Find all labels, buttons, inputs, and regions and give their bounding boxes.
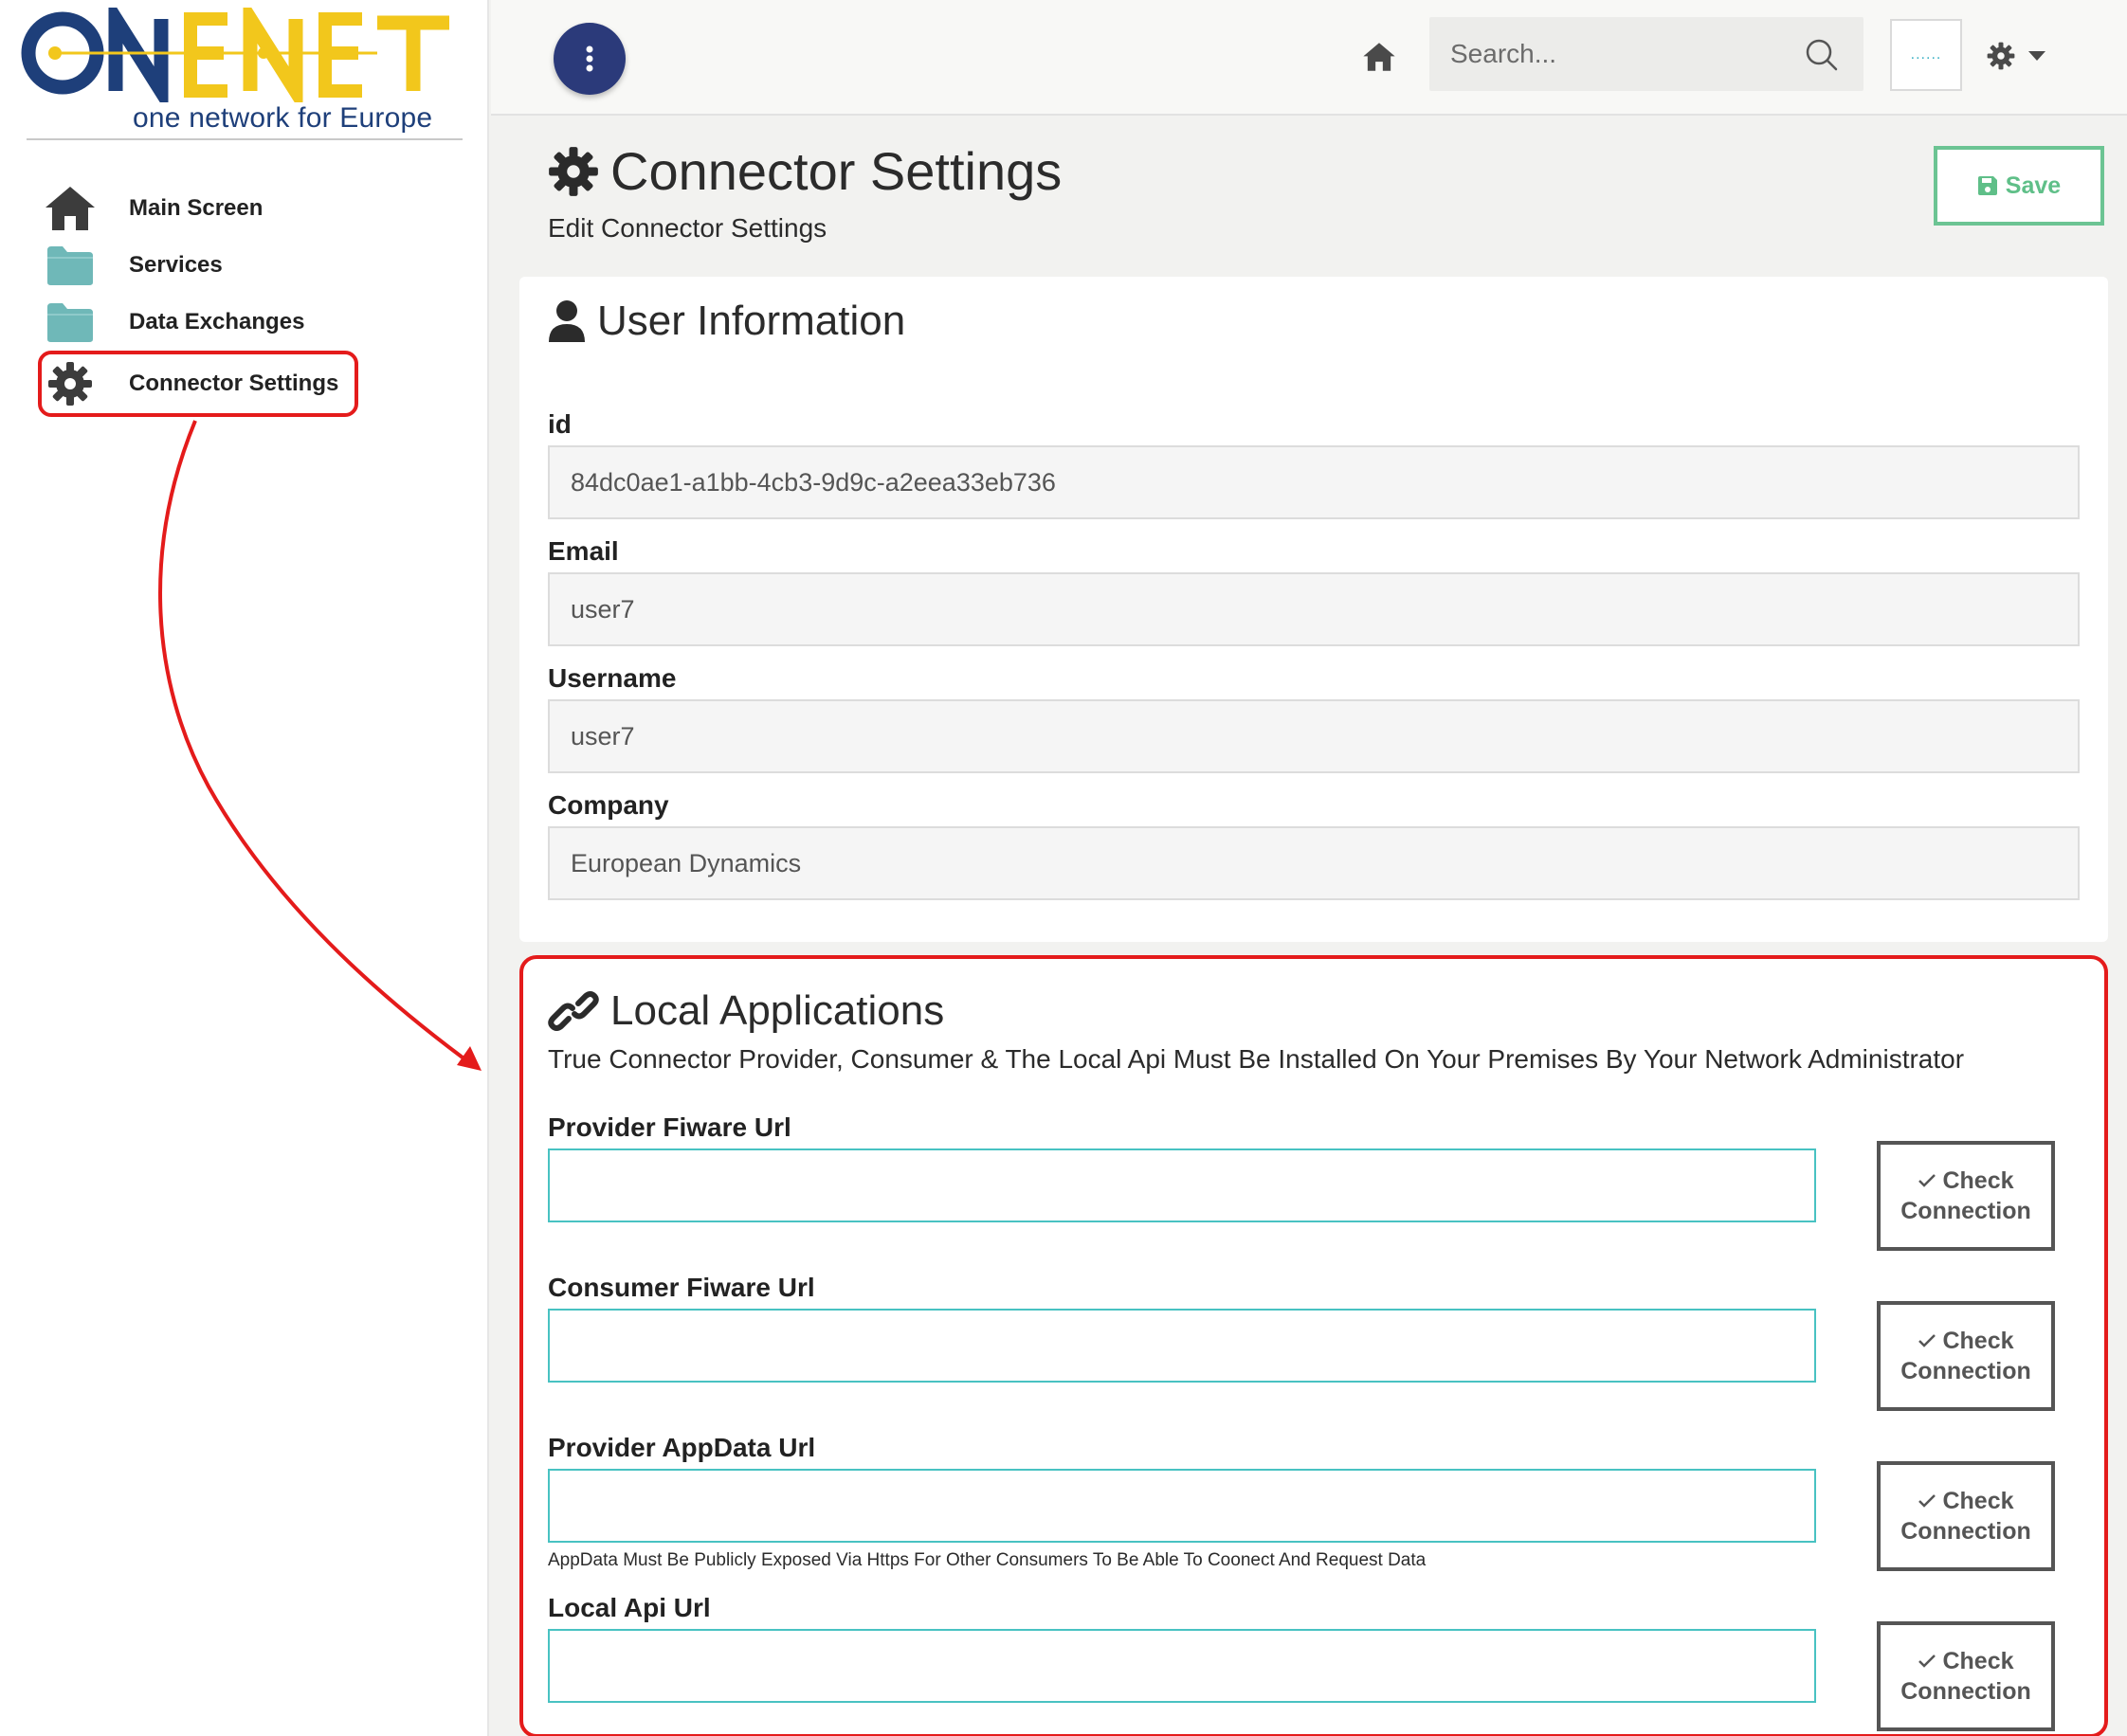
- sidebar-item-label: Data Exchanges: [129, 309, 305, 335]
- save-button-label: Save: [2005, 172, 2062, 199]
- id-field[interactable]: 84dc0ae1-a1bb-4cb3-9d9c-a2eea33eb736: [548, 445, 2080, 519]
- check-connection-button-provider-appdata[interactable]: Check Connection: [1877, 1461, 2055, 1571]
- sidebar-item-label: Services: [129, 252, 223, 278]
- consumer-fiware-url-input[interactable]: [548, 1309, 1816, 1383]
- kebab-menu-button[interactable]: [554, 23, 626, 95]
- checkmark-icon: [1918, 1493, 1936, 1508]
- provider-appdata-url-input[interactable]: [548, 1469, 1816, 1543]
- local-applications-card: Local Applications True Connector Provid…: [519, 955, 2108, 1736]
- sidebar-item-label: Connector Settings: [129, 371, 339, 396]
- connection-label: Connection: [1900, 1358, 2031, 1384]
- company-field[interactable]: European Dynamics: [548, 826, 2080, 900]
- local-applications-title: Local Applications: [548, 987, 944, 1035]
- sidebar-item-main-screen[interactable]: Main Screen: [42, 180, 459, 237]
- search-input[interactable]: [1429, 17, 1863, 91]
- home-icon: [42, 182, 99, 235]
- email-field[interactable]: user7: [548, 572, 2080, 646]
- company-label: Company: [548, 790, 669, 820]
- search-box: [1429, 17, 1863, 91]
- sidebar-item-data-exchanges[interactable]: Data Exchanges: [42, 294, 459, 351]
- search-icon[interactable]: [1805, 38, 1839, 72]
- user-information-title: User Information: [548, 298, 905, 345]
- check-label: Check: [1942, 1647, 2014, 1674]
- username-field[interactable]: user7: [548, 699, 2080, 773]
- gear-icon: [1987, 42, 2015, 70]
- save-button[interactable]: Save: [1934, 146, 2104, 226]
- kebab-icon: [586, 45, 593, 72]
- local-applications-description: True Connector Provider, Consumer & The …: [548, 1044, 1965, 1074]
- gear-icon: [42, 357, 99, 410]
- link-icon: [548, 991, 599, 1031]
- sidebar: one network for Europe Main Screen Servi…: [0, 0, 489, 1736]
- email-label: Email: [548, 536, 619, 566]
- consumer-fiware-url-label: Consumer Fiware Url: [548, 1273, 815, 1302]
- card-title-text: User Information: [597, 298, 906, 344]
- connection-label: Connection: [1900, 1198, 2031, 1224]
- connection-label: Connection: [1900, 1678, 2031, 1705]
- provider-fiware-url-input[interactable]: [548, 1148, 1816, 1222]
- id-label: id: [548, 409, 572, 439]
- sidebar-nav: Main Screen Services Data Exchanges Conn…: [38, 180, 459, 417]
- check-label: Check: [1942, 1166, 2014, 1194]
- checkmark-icon: [1918, 1654, 1936, 1668]
- status-dots-button[interactable]: ......: [1890, 19, 1962, 91]
- folder-icon: [42, 296, 99, 349]
- sidebar-divider: [27, 138, 463, 140]
- check-connection-button-consumer-fiware[interactable]: Check Connection: [1877, 1301, 2055, 1411]
- sidebar-item-label: Main Screen: [129, 195, 264, 221]
- logo-tagline: one network for Europe: [133, 102, 433, 134]
- page-title-text: Connector Settings: [610, 141, 1063, 201]
- topbar: ......: [491, 0, 2127, 116]
- check-connection-button-provider-fiware[interactable]: Check Connection: [1877, 1141, 2055, 1251]
- connection-label: Connection: [1900, 1518, 2031, 1545]
- home-icon: [1363, 43, 1395, 71]
- local-api-url-label: Local Api Url: [548, 1593, 711, 1622]
- checkmark-icon: [1918, 1333, 1936, 1347]
- page-title: Connector Settings: [548, 140, 1062, 202]
- sidebar-item-connector-settings[interactable]: Connector Settings: [38, 351, 358, 417]
- onenet-logo[interactable]: one network for Europe: [17, 0, 472, 136]
- floppy-disk-icon: [1977, 176, 1997, 195]
- user-information-card: User Information id 84dc0ae1-a1bb-4cb3-9…: [519, 277, 2108, 942]
- page-subtitle: Edit Connector Settings: [548, 213, 827, 243]
- settings-dropdown[interactable]: [1987, 34, 2072, 78]
- username-label: Username: [548, 663, 677, 693]
- check-label: Check: [1942, 1327, 2014, 1354]
- gear-icon: [549, 146, 598, 196]
- provider-fiware-url-label: Provider Fiware Url: [548, 1112, 791, 1142]
- onenet-logo-mark: [21, 0, 449, 116]
- checkmark-icon: [1918, 1173, 1936, 1187]
- local-api-url-input[interactable]: [548, 1629, 1816, 1703]
- user-icon: [549, 300, 585, 342]
- check-connection-button-local-api[interactable]: Check Connection: [1877, 1621, 2055, 1731]
- card-title-text: Local Applications: [610, 987, 945, 1034]
- provider-appdata-url-label: Provider AppData Url: [548, 1433, 816, 1462]
- folder-icon: [42, 239, 99, 292]
- check-label: Check: [1942, 1487, 2014, 1514]
- caret-down-icon: [2028, 51, 2045, 61]
- page-header: Connector Settings Edit Connector Settin…: [548, 140, 1062, 244]
- sidebar-item-services[interactable]: Services: [42, 237, 459, 294]
- provider-appdata-url-hint: AppData Must Be Publicly Exposed Via Htt…: [548, 1550, 1427, 1570]
- home-button[interactable]: [1355, 36, 1403, 78]
